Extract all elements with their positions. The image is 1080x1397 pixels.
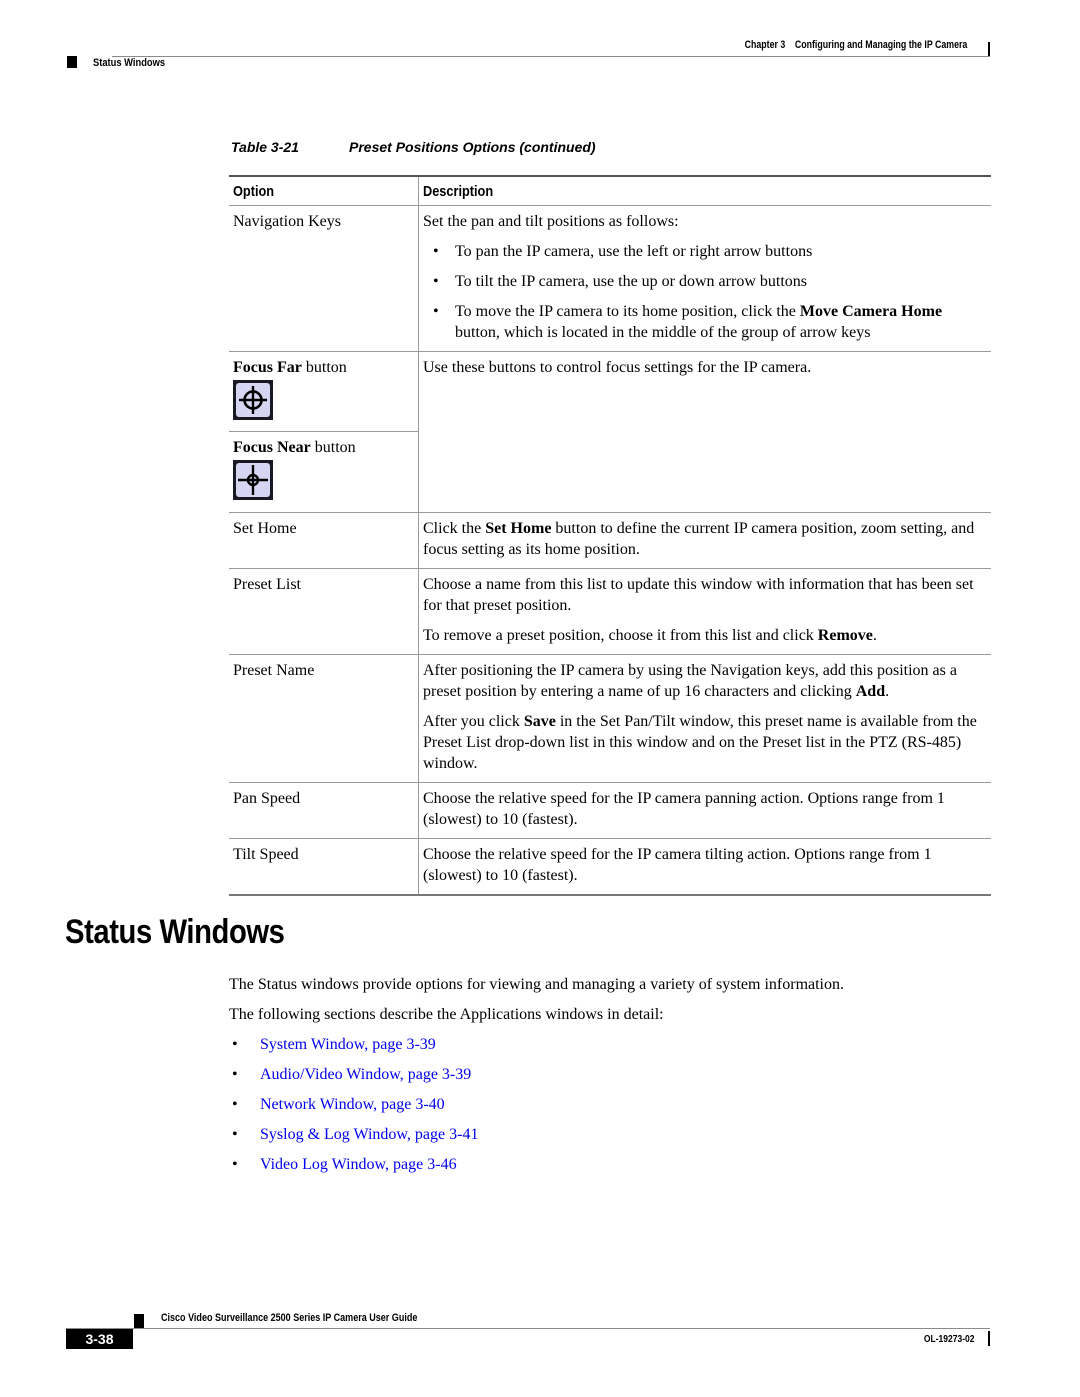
ui-term: Focus Near <box>233 439 311 456</box>
description-paragraph: After positioning the IP camera by using… <box>423 660 985 702</box>
ui-term: Set Home <box>485 520 552 537</box>
footer-rule <box>66 1328 990 1329</box>
link-video-log-window[interactable]: Video Log Window, page 3-46 <box>260 1156 457 1186</box>
option-cell: Set Home <box>229 513 419 568</box>
table-number: Table 3-21 <box>231 139 299 155</box>
focus-far-subcell: Focus Far button <box>229 352 418 432</box>
header-option-label: Option <box>233 183 275 200</box>
description-text: To remove a preset position, choose it f… <box>423 627 818 644</box>
bullet-icon: • <box>232 1096 238 1113</box>
list-item: • Audio/Video Window, page 3-39 <box>232 1066 478 1096</box>
option-cell: Tilt Speed <box>229 839 419 894</box>
table-row: Navigation Keys Set the pan and tilt pos… <box>229 206 991 352</box>
table-row: Focus Far button Focus Near button Use t… <box>229 352 991 513</box>
list-item: • To pan the IP camera, use the left or r… <box>423 241 985 262</box>
description-cell: Set the pan and tilt positions as follow… <box>419 206 991 351</box>
table-row: Tilt Speed Choose the relative speed for… <box>229 839 991 896</box>
ui-term: Add <box>855 683 886 700</box>
header-square-marker <box>67 56 77 68</box>
description-text: . <box>885 683 890 700</box>
list-item: • System Window, page 3-39 <box>232 1036 478 1066</box>
list-item: • Network Window, page 3-40 <box>232 1096 478 1126</box>
list-item: • To move the IP camera to its home posit… <box>423 301 985 343</box>
list-item: • To tilt the IP camera, use the up or do… <box>423 271 985 292</box>
bullet-icon: • <box>232 1126 238 1143</box>
table-row: Pan Speed Choose the relative speed for … <box>229 783 991 839</box>
footer-doc-number: OL-19273-02 <box>923 1334 974 1345</box>
focus-near-icon <box>233 460 273 500</box>
bullet-icon: • <box>433 303 439 320</box>
bullet-icon: • <box>433 243 439 260</box>
column-header-option: Option <box>229 177 419 205</box>
table-row: Preset List Choose a name from this list… <box>229 569 991 655</box>
focus-far-icon <box>233 380 273 420</box>
option-suffix: button <box>301 359 347 376</box>
bullet-icon: • <box>433 273 439 290</box>
header-rule <box>112 56 990 57</box>
bullet-icon: • <box>232 1036 238 1053</box>
bullet-icon: • <box>232 1066 238 1083</box>
focus-near-subcell: Focus Near button <box>229 432 418 512</box>
section-intro-paragraph: The Status windows provide options for v… <box>229 976 844 993</box>
list-item: • Video Log Window, page 3-46 <box>232 1156 478 1186</box>
option-suffix: button <box>310 439 356 456</box>
table-row: Preset Name After positioning the IP cam… <box>229 655 991 783</box>
description-text: . <box>872 627 877 644</box>
link-network-window[interactable]: Network Window, page 3-40 <box>260 1096 445 1126</box>
section-heading: Status Windows <box>65 913 285 951</box>
description-paragraph: After you click Save in the Set Pan/Tilt… <box>423 711 985 774</box>
description-cell: After positioning the IP camera by using… <box>419 655 991 782</box>
link-system-window[interactable]: System Window, page 3-39 <box>260 1036 436 1066</box>
column-header-description: Description <box>419 177 991 205</box>
footer-guide-title: Cisco Video Surveillance 2500 Series IP … <box>161 1312 418 1324</box>
ui-term: Remove <box>817 627 873 644</box>
list-item-text: To move the IP camera to its home positi… <box>455 303 800 320</box>
description-text: Click the <box>423 520 486 537</box>
section-list-intro: The following sections describe the Appl… <box>229 1006 664 1023</box>
bullet-list: • To pan the IP camera, use the left or r… <box>423 241 985 343</box>
description-cell: Choose a name from this list to update t… <box>419 569 991 654</box>
option-cell: Pan Speed <box>229 783 419 838</box>
option-cell: Preset Name <box>229 655 419 782</box>
header-description-label: Description <box>423 183 494 200</box>
table-header-row: Option Description <box>229 177 991 206</box>
list-item-text: To tilt the IP camera, use the up or dow… <box>455 273 807 290</box>
ui-term: Save <box>523 713 556 730</box>
preset-options-table: Option Description Navigation Keys Set t… <box>229 175 991 896</box>
footer-square-marker <box>134 1314 144 1328</box>
table-row: Set Home Click the Set Home button to de… <box>229 513 991 569</box>
description-cell: Click the Set Home button to define the … <box>419 513 991 568</box>
list-item-text: button, which is located in the middle o… <box>455 324 871 341</box>
ui-term: Focus Far <box>233 359 302 376</box>
link-syslog-log-window[interactable]: Syslog & Log Window, page 3-41 <box>260 1126 478 1156</box>
chapter-number: Chapter 3 <box>744 39 785 51</box>
link-audio-video-window[interactable]: Audio/Video Window, page 3-39 <box>260 1066 471 1096</box>
table-caption: Table 3-21 Preset Positions Options (cont… <box>231 139 596 155</box>
option-cell: Navigation Keys <box>229 206 419 351</box>
description-paragraph: To remove a preset position, choose it f… <box>423 625 985 646</box>
description-cell: Choose the relative speed for the IP cam… <box>423 846 932 884</box>
footer-bar-marker <box>988 1331 990 1346</box>
list-item-text: To pan the IP camera, use the left or ri… <box>455 243 813 260</box>
header-bar-marker <box>988 42 990 56</box>
description-paragraph: Choose a name from this list to update t… <box>423 576 974 614</box>
ui-term: Move Camera Home <box>799 303 943 320</box>
table-title: Preset Positions Options (continued) <box>349 139 596 155</box>
description-intro: Set the pan and tilt positions as follow… <box>423 213 679 230</box>
bullet-icon: • <box>232 1156 238 1173</box>
page-number-badge: 3-38 <box>66 1329 133 1349</box>
description-cell: Use these buttons to control focus setti… <box>423 359 812 376</box>
section-links-list: • System Window, page 3-39 • Audio/Video W… <box>232 1036 478 1186</box>
running-header-chapter: Chapter 3 Configuring and Managing the IP… <box>744 39 967 51</box>
chapter-title: Configuring and Managing the IP Camera <box>794 39 967 51</box>
running-header-section: Status Windows <box>93 57 166 69</box>
list-item: • Syslog & Log Window, page 3-41 <box>232 1126 478 1156</box>
description-cell: Choose the relative speed for the IP cam… <box>423 790 945 828</box>
description-text: After you click <box>423 713 524 730</box>
option-cell: Preset List <box>229 569 419 654</box>
option-cell: Focus Far button Focus Near button <box>229 352 419 512</box>
